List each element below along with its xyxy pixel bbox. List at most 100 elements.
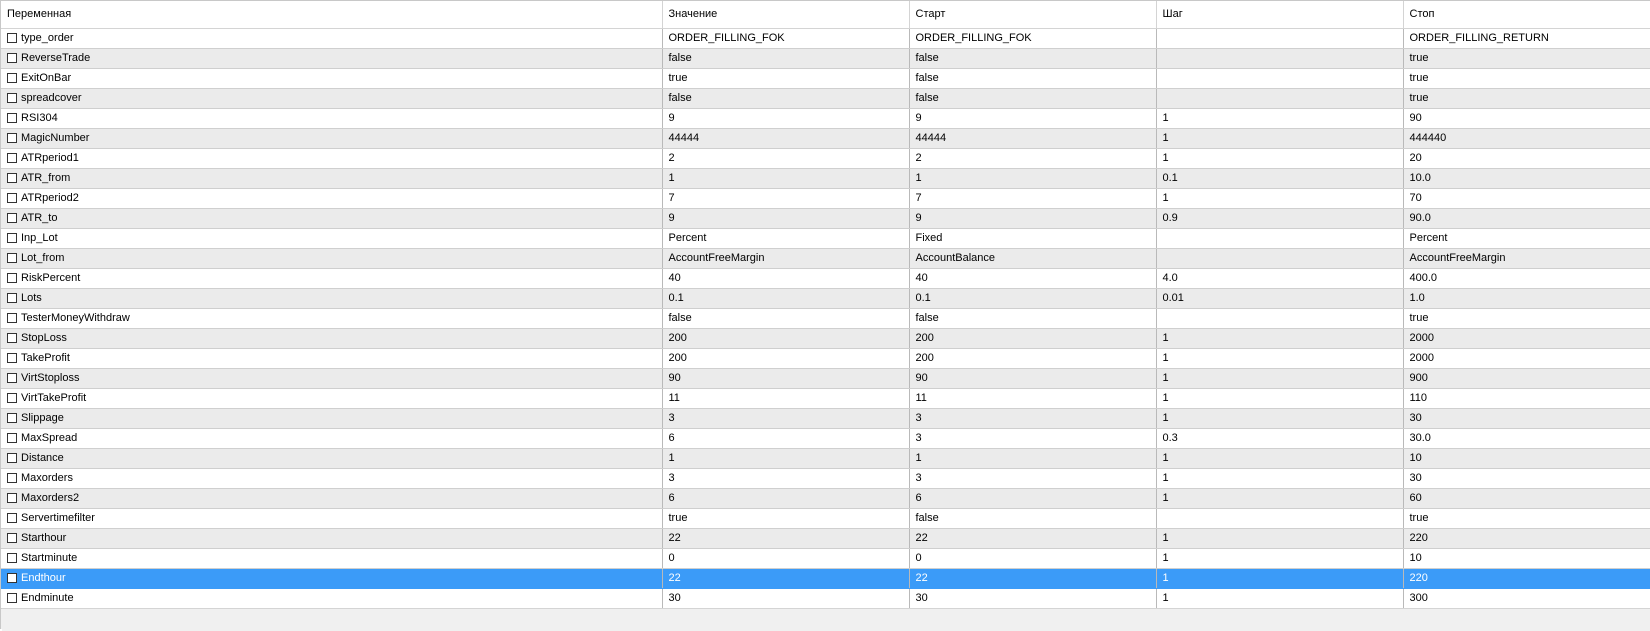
cell-step[interactable]: 1 <box>1156 368 1404 389</box>
cell-stop[interactable]: 60 <box>1403 488 1650 509</box>
cell-start[interactable]: false <box>909 48 1157 69</box>
cell-stop[interactable]: 30 <box>1403 408 1650 429</box>
optimize-checkbox[interactable] <box>7 113 17 123</box>
cell-start[interactable]: false <box>909 308 1157 329</box>
cell-step[interactable]: 1 <box>1156 348 1404 369</box>
table-row[interactable]: Endthour 22 22 1 220 <box>1 568 1650 589</box>
cell-step[interactable]: 1 <box>1156 468 1404 489</box>
cell-value[interactable]: false <box>662 48 910 69</box>
table-row[interactable]: Startminute 0 0 1 10 <box>1 548 1650 569</box>
cell-step[interactable] <box>1156 88 1404 109</box>
optimize-checkbox[interactable] <box>7 133 17 143</box>
optimize-checkbox[interactable] <box>7 273 17 283</box>
cell-start[interactable]: AccountBalance <box>909 248 1157 269</box>
table-row[interactable]: RSI304 9 9 1 90 <box>1 108 1650 129</box>
cell-start[interactable]: 0.1 <box>909 288 1157 309</box>
cell-stop[interactable]: 900 <box>1403 368 1650 389</box>
cell-start[interactable]: 1 <box>909 448 1157 469</box>
cell-step[interactable]: 1 <box>1156 188 1404 209</box>
cell-stop[interactable]: true <box>1403 88 1650 109</box>
cell-value[interactable]: 22 <box>662 568 910 589</box>
cell-stop[interactable]: 444440 <box>1403 128 1650 149</box>
table-row[interactable]: Maxorders 3 3 1 30 <box>1 468 1650 489</box>
table-row[interactable]: VirtTakeProfit 11 11 1 110 <box>1 388 1650 409</box>
optimize-checkbox[interactable] <box>7 53 17 63</box>
cell-variable[interactable]: Slippage <box>1 408 663 429</box>
cell-stop[interactable]: 220 <box>1403 568 1650 589</box>
optimize-checkbox[interactable] <box>7 373 17 383</box>
cell-variable[interactable]: VirtStoploss <box>1 368 663 389</box>
cell-start[interactable]: Fixed <box>909 228 1157 249</box>
cell-variable[interactable]: ExitOnBar <box>1 68 663 89</box>
optimize-checkbox[interactable] <box>7 353 17 363</box>
cell-start[interactable]: 90 <box>909 368 1157 389</box>
cell-value[interactable]: false <box>662 308 910 329</box>
cell-value[interactable]: 2 <box>662 148 910 169</box>
cell-value[interactable]: 3 <box>662 468 910 489</box>
table-row[interactable]: type_order ORDER_FILLING_FOK ORDER_FILLING… <box>1 28 1650 49</box>
cell-value[interactable]: 0 <box>662 548 910 569</box>
cell-stop[interactable]: 400.0 <box>1403 268 1650 289</box>
table-row[interactable]: RiskPercent 40 40 4.0 400.0 <box>1 268 1650 289</box>
cell-value[interactable]: 3 <box>662 408 910 429</box>
cell-start[interactable]: ORDER_FILLING_FOK <box>909 28 1157 49</box>
cell-variable[interactable]: VirtTakeProfit <box>1 388 663 409</box>
horizontal-scroll-area[interactable] <box>2 608 1650 631</box>
optimize-checkbox[interactable] <box>7 453 17 463</box>
table-row[interactable]: Distance 1 1 1 10 <box>1 448 1650 469</box>
cell-value[interactable]: 44444 <box>662 128 910 149</box>
cell-variable[interactable]: Starthour <box>1 528 663 549</box>
cell-variable[interactable]: ATRperiod2 <box>1 188 663 209</box>
optimize-checkbox[interactable] <box>7 593 17 603</box>
cell-value[interactable]: false <box>662 88 910 109</box>
cell-value[interactable]: 6 <box>662 428 910 449</box>
cell-start[interactable]: 40 <box>909 268 1157 289</box>
table-row[interactable]: ExitOnBar true false true <box>1 68 1650 89</box>
cell-step[interactable] <box>1156 308 1404 329</box>
cell-start[interactable]: 3 <box>909 408 1157 429</box>
cell-variable[interactable]: Maxorders <box>1 468 663 489</box>
cell-variable[interactable]: Lot_from <box>1 248 663 269</box>
cell-value[interactable]: 7 <box>662 188 910 209</box>
column-header-stop[interactable]: Стоп <box>1403 1 1650 29</box>
cell-variable[interactable]: StopLoss <box>1 328 663 349</box>
cell-step[interactable]: 1 <box>1156 108 1404 129</box>
cell-stop[interactable]: ORDER_FILLING_RETURN <box>1403 28 1650 49</box>
cell-step[interactable]: 0.3 <box>1156 428 1404 449</box>
cell-step[interactable]: 1 <box>1156 448 1404 469</box>
cell-start[interactable]: 0 <box>909 548 1157 569</box>
cell-stop[interactable]: true <box>1403 308 1650 329</box>
cell-value[interactable]: AccountFreeMargin <box>662 248 910 269</box>
cell-variable[interactable]: ATRperiod1 <box>1 148 663 169</box>
cell-step[interactable]: 1 <box>1156 528 1404 549</box>
optimize-checkbox[interactable] <box>7 493 17 503</box>
cell-value[interactable]: 30 <box>662 588 910 609</box>
cell-stop[interactable]: 10 <box>1403 448 1650 469</box>
optimize-checkbox[interactable] <box>7 233 17 243</box>
cell-variable[interactable]: ReverseTrade <box>1 48 663 69</box>
cell-step[interactable] <box>1156 228 1404 249</box>
cell-value[interactable]: 22 <box>662 528 910 549</box>
column-header-value[interactable]: Значение <box>662 1 910 29</box>
cell-stop[interactable]: 90 <box>1403 108 1650 129</box>
optimize-checkbox[interactable] <box>7 553 17 563</box>
table-row[interactable]: Lot_from AccountFreeMargin AccountBalance A… <box>1 248 1650 269</box>
cell-step[interactable] <box>1156 28 1404 49</box>
cell-variable[interactable]: RSI304 <box>1 108 663 129</box>
cell-value[interactable]: 0.1 <box>662 288 910 309</box>
cell-variable[interactable]: MaxSpread <box>1 428 663 449</box>
cell-start[interactable]: 200 <box>909 328 1157 349</box>
table-row[interactable]: Maxorders2 6 6 1 60 <box>1 488 1650 509</box>
column-header-start[interactable]: Старт <box>909 1 1157 29</box>
cell-step[interactable]: 1 <box>1156 128 1404 149</box>
cell-value[interactable]: 90 <box>662 368 910 389</box>
cell-start[interactable]: 3 <box>909 468 1157 489</box>
cell-stop[interactable]: 90.0 <box>1403 208 1650 229</box>
cell-value[interactable]: 9 <box>662 208 910 229</box>
cell-variable[interactable]: type_order <box>1 28 663 49</box>
table-row[interactable]: Servertimefilter true false true <box>1 508 1650 529</box>
column-header-step[interactable]: Шаг <box>1156 1 1404 29</box>
optimize-checkbox[interactable] <box>7 533 17 543</box>
optimize-checkbox[interactable] <box>7 333 17 343</box>
table-row[interactable]: VirtStoploss 90 90 1 900 <box>1 368 1650 389</box>
